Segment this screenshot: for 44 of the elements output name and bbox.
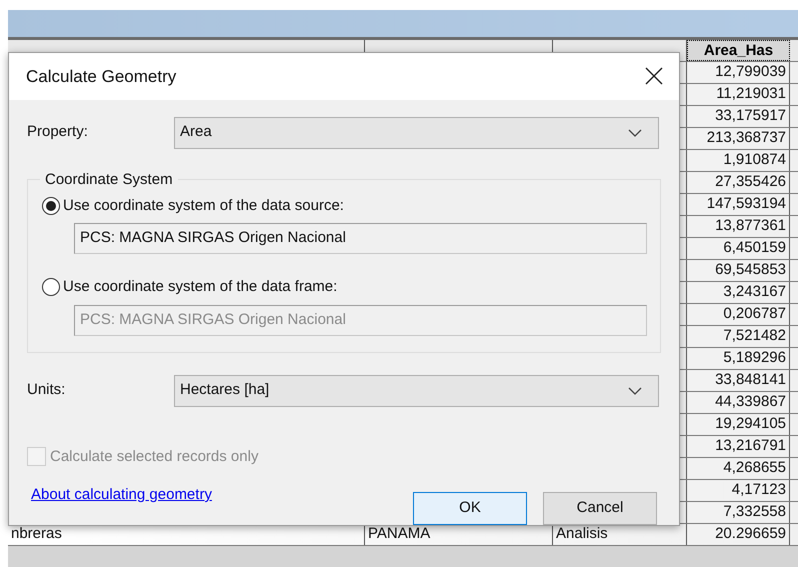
field-label: Property: <box>27 122 89 142</box>
table-cell-text: 4,17123 <box>732 480 786 500</box>
table-cell-text: 13,877361 <box>715 216 786 236</box>
column-header[interactable]: Area_Has <box>687 40 790 61</box>
close-icon[interactable] <box>645 67 663 86</box>
table-cell-text: 4,268655 <box>723 458 786 478</box>
radio-option[interactable]: Use coordinate system of the data frame: <box>42 276 660 298</box>
radio-option[interactable]: Use coordinate system of the data source: <box>42 194 660 217</box>
table-cell-text: 0,206787 <box>723 304 786 324</box>
table-cell-text: 69,545853 <box>715 260 786 280</box>
coordinate-system-field: PCS: MAGNA SIRGAS Origen Nacional <box>74 223 647 254</box>
radio-button[interactable] <box>42 278 60 296</box>
help-link[interactable]: About calculating geometry <box>31 484 212 506</box>
table-cell-text: PANAMA <box>368 524 430 544</box>
table-cell-text: Analisis <box>556 524 608 544</box>
table-cell-text: 19,294105 <box>715 414 786 434</box>
table-cell-text: 7,332558 <box>723 502 786 522</box>
table-cell-text: 20.296659 <box>715 524 786 544</box>
table-cell-text: 33,175917 <box>715 106 786 126</box>
table-cell-text: 33,848141 <box>715 370 786 390</box>
radio-button[interactable] <box>42 196 60 215</box>
chevron-down-icon <box>628 386 642 394</box>
table-cell-text: 5,189296 <box>723 348 786 368</box>
dialog-title: Calculate Geometry <box>26 66 176 88</box>
coordinate-system-field: PCS: MAGNA SIRGAS Origen Nacional <box>74 304 647 336</box>
table-cell-text: 44,339867 <box>715 392 786 412</box>
checkbox-label: Calculate selected records only <box>50 446 258 466</box>
table-cell-text: 213,368737 <box>706 128 786 148</box>
table-cell-text: nbreras <box>11 524 62 544</box>
table-cell-text: 1,910874 <box>723 150 786 170</box>
units-dropdown[interactable]: Hectares [ha] <box>174 374 659 406</box>
dialog-button[interactable]: OK <box>413 492 527 525</box>
table-cell-text: 12,799039 <box>715 62 786 82</box>
table-cell-text: 3,243167 <box>723 282 786 302</box>
property-dropdown[interactable]: Area <box>174 116 659 148</box>
table-cell-text: 6,450159 <box>723 238 786 258</box>
table-cell-text: 13,216791 <box>715 436 786 456</box>
table-cell-text: 11,219031 <box>716 84 786 104</box>
table-cell-text: 7,521482 <box>723 326 786 346</box>
dialog-button[interactable]: Cancel <box>543 492 657 525</box>
chevron-down-icon <box>628 128 642 136</box>
table-cell-text: 27,355426 <box>715 172 786 192</box>
field-label: Units: <box>27 380 66 400</box>
table-cell-text: 147,593194 <box>706 194 786 214</box>
